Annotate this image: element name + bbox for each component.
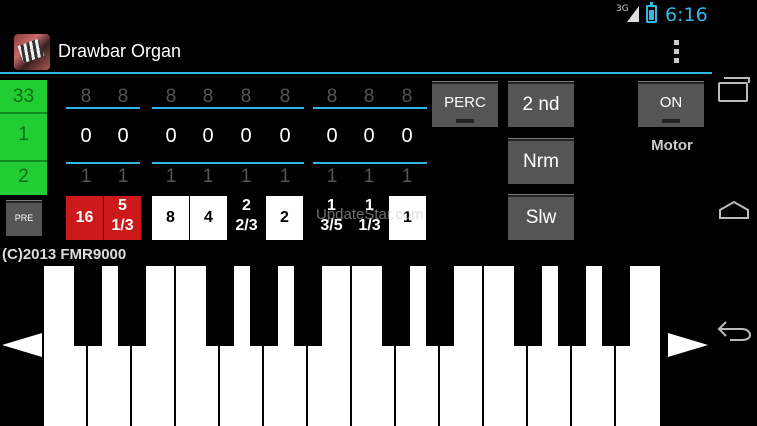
drawbar-bot-4[interactable]: 1 (192, 166, 224, 188)
drawbar-bot-1[interactable]: 1 (70, 166, 102, 188)
arrow-right-icon[interactable] (668, 333, 708, 357)
second-harmonic-button[interactable]: 2 nd (508, 81, 574, 127)
drawbar-mid-8[interactable]: 0 (353, 125, 385, 148)
drawbar-top-7[interactable]: 8 (316, 86, 348, 108)
footage-8[interactable]: 8 (152, 196, 189, 240)
drawbar-middle-row: 0 0 0 0 0 0 0 0 0 (0, 125, 430, 149)
home-icon[interactable] (718, 200, 750, 220)
drawbar-top-5[interactable]: 8 (230, 86, 262, 108)
navigation-bar (712, 0, 757, 426)
motor-label: Motor (651, 137, 693, 154)
perc-button[interactable]: PERC (432, 81, 498, 127)
drawbar-mid-2[interactable]: 0 (107, 125, 139, 148)
back-icon[interactable] (716, 318, 752, 342)
organ-icon[interactable] (14, 34, 50, 70)
status-bar: 3G 6:16 (0, 0, 712, 30)
drawbar-top-9[interactable]: 8 (391, 86, 423, 108)
recent-apps-icon[interactable] (718, 77, 750, 102)
battery-icon (646, 2, 657, 23)
footage-5-1-3[interactable]: 5 1/3 (104, 196, 141, 240)
drawbar-top-2[interactable]: 8 (107, 86, 139, 108)
drawbar-top-3[interactable]: 8 (155, 86, 187, 108)
drawbar-mid-6[interactable]: 0 (269, 125, 301, 148)
footage-4[interactable]: 4 (190, 196, 227, 240)
pre-button[interactable]: PRE (6, 200, 42, 236)
drawbar-bot-6[interactable]: 1 (269, 166, 301, 188)
clock: 6:16 (665, 4, 708, 26)
black-key[interactable] (514, 266, 542, 346)
app-title: Drawbar Organ (58, 41, 182, 61)
drawbar-bot-2[interactable]: 1 (107, 166, 139, 188)
drawbar-bottom-row: 1 1 1 1 1 1 1 1 1 (0, 166, 430, 190)
slow-button[interactable]: Slw (508, 194, 574, 240)
black-key[interactable] (206, 266, 234, 346)
overflow-menu-icon[interactable] (672, 38, 680, 66)
footage-2-2-3[interactable]: 2 2/3 (228, 196, 265, 240)
black-key[interactable] (558, 266, 586, 346)
footage-2[interactable]: 2 (266, 196, 303, 240)
drawbar-mid-1[interactable]: 0 (70, 125, 102, 148)
black-key[interactable] (118, 266, 146, 346)
arrow-left-icon[interactable] (2, 333, 42, 357)
drawbar-top-8[interactable]: 8 (353, 86, 385, 108)
black-key[interactable] (250, 266, 278, 346)
signal-icon (627, 6, 639, 22)
drawbar-bot-9[interactable]: 1 (391, 166, 423, 188)
black-key[interactable] (382, 266, 410, 346)
piano-keyboard (44, 266, 660, 426)
drawbar-top-6[interactable]: 8 (269, 86, 301, 108)
black-key[interactable] (294, 266, 322, 346)
motor-on-button[interactable]: ON (638, 81, 704, 127)
drawbar-bot-5[interactable]: 1 (230, 166, 262, 188)
drawbar-mid-7[interactable]: 0 (316, 125, 348, 148)
normal-button[interactable]: Nrm (508, 138, 574, 184)
footage-16[interactable]: 16 (66, 196, 103, 240)
drawbar-top-4[interactable]: 8 (192, 86, 224, 108)
action-bar: Drawbar Organ (0, 30, 712, 74)
black-key[interactable] (426, 266, 454, 346)
drawbar-mid-9[interactable]: 0 (391, 125, 423, 148)
drawbar-mid-4[interactable]: 0 (192, 125, 224, 148)
drawbar-bot-3[interactable]: 1 (155, 166, 187, 188)
black-key[interactable] (602, 266, 630, 346)
watermark: UpdateStar.com (316, 206, 424, 223)
copyright-text: (C)2013 FMR9000 (2, 246, 127, 263)
drawbar-bot-8[interactable]: 1 (353, 166, 385, 188)
drawbar-top-1[interactable]: 8 (70, 86, 102, 108)
drawbar-bot-7[interactable]: 1 (316, 166, 348, 188)
drawbar-mid-5[interactable]: 0 (230, 125, 262, 148)
drawbar-mid-3[interactable]: 0 (155, 125, 187, 148)
black-key[interactable] (74, 266, 102, 346)
